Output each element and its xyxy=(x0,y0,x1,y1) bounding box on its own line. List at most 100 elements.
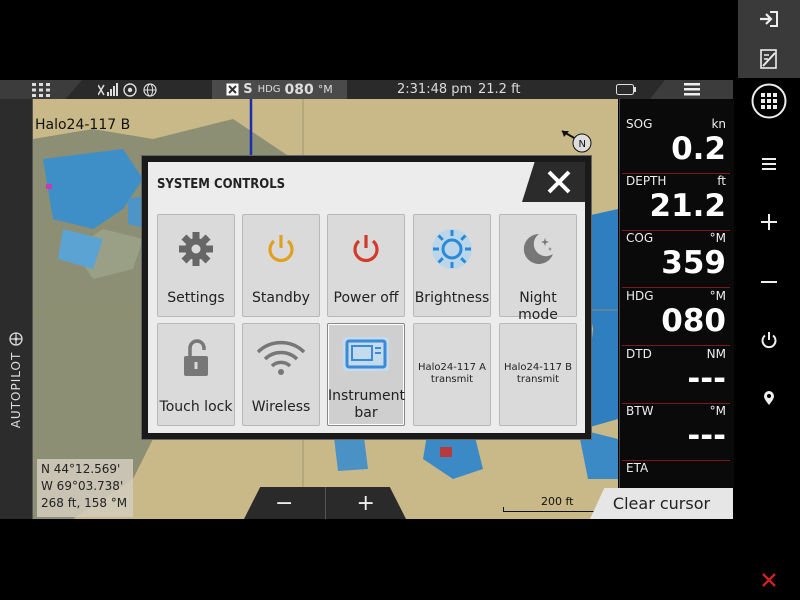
instrument-label: COG xyxy=(626,231,654,245)
side-zoom-out-button[interactable] xyxy=(738,270,800,294)
divider xyxy=(622,345,730,346)
wireless-tile[interactable]: Wireless xyxy=(242,323,320,426)
globe-icon xyxy=(143,82,157,97)
autopilot-strip[interactable] xyxy=(0,99,33,519)
instrument-value: --- xyxy=(687,418,726,454)
moon-icon xyxy=(500,225,576,273)
autopilot-label: AUTOPILOT xyxy=(9,351,23,429)
hamburger-icon xyxy=(762,158,776,170)
cursor-longitude: W 69°03.738' xyxy=(41,479,124,493)
home-button[interactable] xyxy=(738,82,800,120)
instrument-value: 21.2 xyxy=(649,188,727,224)
autopilot-tab[interactable]: AUTOPILOT xyxy=(6,320,26,440)
instrument-value: --- xyxy=(687,361,726,397)
instrument-value: 080 xyxy=(661,303,726,339)
autopilot-off-icon xyxy=(226,83,239,96)
touch-lock-tile[interactable]: Touch lock xyxy=(157,323,235,426)
instrument-unit: °M xyxy=(709,404,726,418)
tile-label: Power off xyxy=(333,290,399,306)
display-icon xyxy=(328,330,404,378)
close-icon xyxy=(762,573,776,587)
exit-icon xyxy=(760,11,778,27)
power-icon xyxy=(761,332,777,349)
heading-unit: °M xyxy=(317,83,333,96)
divider xyxy=(622,287,730,288)
dialog-title: SYSTEM CONTROLS xyxy=(157,177,286,192)
instrument-unit: °M xyxy=(709,289,726,303)
zoom-controls: − + xyxy=(244,487,406,519)
side-zoom-in-button[interactable] xyxy=(738,210,800,234)
tile-label: Night mode xyxy=(518,290,558,323)
dialog-body: SYSTEM CONTROLS Settings Standby Power o… xyxy=(148,162,585,433)
power-icon xyxy=(243,225,319,273)
clock: 2:31:48 pm xyxy=(397,82,473,97)
north-arrow-icon[interactable]: N xyxy=(560,129,596,153)
north-label: N xyxy=(579,139,586,150)
minus-icon xyxy=(761,281,777,283)
side-waypoint-button[interactable] xyxy=(738,386,800,410)
instrument-label: DEPTH xyxy=(626,174,667,188)
status-bar: S HDG 080 °M 2:31:48 pm 21.2 ft xyxy=(0,80,733,99)
system-controls-dialog: SYSTEM CONTROLS Settings Standby Power o… xyxy=(141,155,592,440)
instrument-value: 359 xyxy=(661,245,726,281)
side-power-button[interactable] xyxy=(738,328,800,352)
instrument-label: DTD xyxy=(626,347,652,361)
instrument-bar-tile[interactable]: Instrument bar xyxy=(327,323,405,426)
tile-label: Halo24-117 A transmit xyxy=(418,362,486,385)
depth-readout: 21.2 ft xyxy=(478,82,521,97)
close-icon xyxy=(547,170,570,194)
tile-label: Brightness xyxy=(414,290,490,306)
instrument-unit: NM xyxy=(706,347,726,361)
settings-tile[interactable]: Settings xyxy=(157,214,235,317)
cursor-latitude: N 44°12.569' xyxy=(41,462,121,476)
instrument-unit: °M xyxy=(709,231,726,245)
battery-icon xyxy=(616,80,636,99)
instrument-label: SOG xyxy=(626,117,653,131)
signal-icon xyxy=(98,82,118,96)
brightness-tile[interactable]: Brightness xyxy=(413,214,491,317)
location-pin-icon xyxy=(764,391,774,405)
power-off-tile[interactable]: Power off xyxy=(327,214,405,317)
screenshot-button[interactable] xyxy=(738,46,800,72)
dialog-close-button[interactable] xyxy=(522,162,585,202)
menu-button[interactable] xyxy=(650,80,733,99)
apps-button[interactable] xyxy=(0,80,82,99)
exit-button[interactable] xyxy=(738,8,800,30)
standby-tile[interactable]: Standby xyxy=(242,214,320,317)
heading-indicator: S HDG 080 °M xyxy=(212,80,347,99)
tile-label: Instrument bar xyxy=(328,388,406,421)
side-close-button[interactable] xyxy=(738,568,800,592)
instrument-unit: kn xyxy=(711,117,726,131)
wifi-icon xyxy=(243,334,319,382)
heading-label: HDG xyxy=(257,84,281,95)
radar-a-transmit-tile[interactable]: Halo24-117 A transmit xyxy=(413,323,491,426)
night-mode-tile[interactable]: Night mode xyxy=(499,214,577,323)
sun-icon xyxy=(414,225,490,273)
radar-b-transmit-tile[interactable]: Halo24-117 B transmit xyxy=(499,323,577,426)
heading-value: 080 xyxy=(284,81,314,98)
grid-icon xyxy=(32,82,50,97)
tile-label: Settings xyxy=(167,290,225,306)
gear-icon xyxy=(158,225,234,273)
gps-icon xyxy=(123,82,137,97)
status-icons xyxy=(98,80,158,99)
instrument-label: BTW xyxy=(626,404,654,418)
tile-label: Wireless xyxy=(251,399,311,415)
side-menu-button[interactable] xyxy=(738,152,800,176)
helm-icon xyxy=(9,332,23,346)
hamburger-icon xyxy=(683,83,700,96)
instrument-value: 0.2 xyxy=(671,131,726,167)
tile-label: Standby xyxy=(252,290,310,306)
cursor-range-bearing: 268 ft, 158 °M xyxy=(41,496,128,510)
instrument-unit: ft xyxy=(717,174,726,188)
scale-bar xyxy=(503,507,605,512)
instrument-label: HDG xyxy=(626,289,654,303)
power-icon xyxy=(328,225,404,273)
heading-mode: S xyxy=(243,82,253,97)
apps-grid-icon xyxy=(751,83,787,119)
tile-label: Touch lock xyxy=(159,399,233,415)
instrument-label: ETA xyxy=(626,461,649,475)
instrument-panel[interactable]: SOG kn 0.2 DEPTH ft 21.2 COG °M 359 HDG … xyxy=(619,99,734,488)
clear-cursor-button[interactable]: Clear cursor xyxy=(590,488,733,519)
tile-label: Halo24-117 B transmit xyxy=(503,362,572,385)
